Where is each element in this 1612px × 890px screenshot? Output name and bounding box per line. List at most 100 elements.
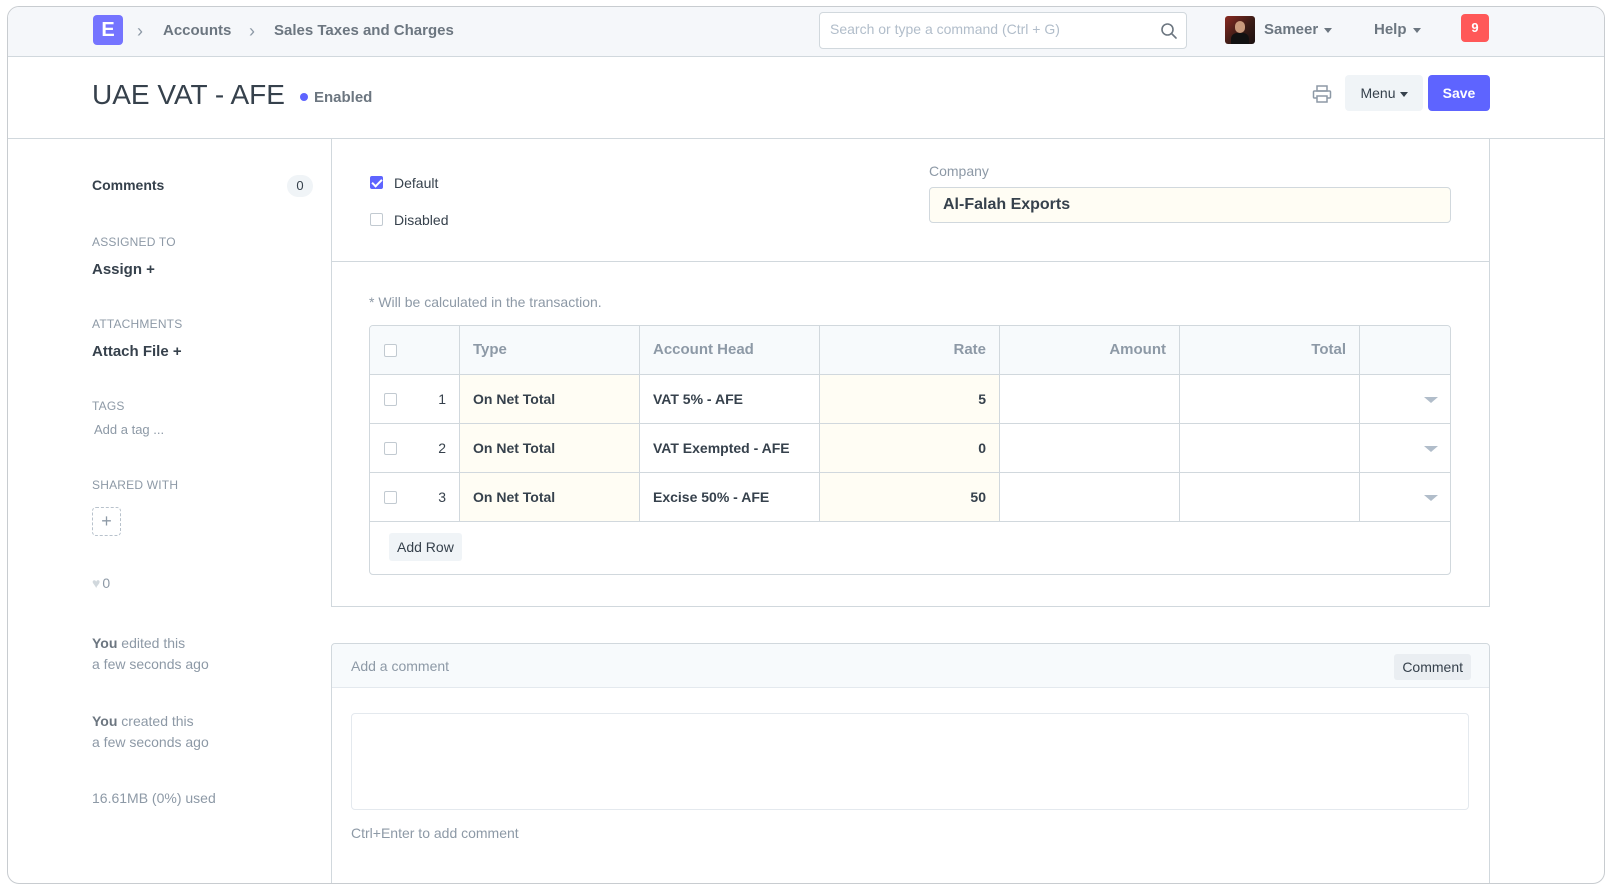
shared-with-label: SHARED WITH	[92, 478, 179, 492]
rate-cell[interactable]: 0	[820, 424, 1000, 472]
column-header-amount: Amount	[1000, 326, 1180, 374]
activity-time: a few seconds ago	[92, 656, 209, 672]
row-checkbox[interactable]	[384, 442, 397, 455]
select-all-cell	[370, 326, 460, 374]
app-window: E › Accounts › Sales Taxes and Charges S…	[7, 6, 1605, 884]
disabled-label[interactable]: Disabled	[394, 212, 448, 228]
rate-cell[interactable]: 5	[820, 375, 1000, 423]
row-actions-cell[interactable]	[1360, 424, 1450, 472]
amount-cell[interactable]	[1000, 424, 1180, 472]
status-indicator: Enabled	[300, 89, 372, 106]
activity-created: You created this a few seconds ago	[92, 711, 209, 753]
print-icon[interactable]	[1312, 85, 1332, 103]
column-header-account-head: Account Head	[640, 326, 820, 374]
caret-down-icon	[1412, 27, 1421, 33]
section-divider	[332, 261, 1489, 262]
help-menu[interactable]: Help	[1374, 21, 1421, 38]
like-button[interactable]: ♥ 0	[92, 575, 110, 591]
caret-down-icon	[1399, 91, 1408, 97]
total-cell[interactable]	[1180, 375, 1360, 423]
caret-down-icon[interactable]	[1424, 495, 1438, 501]
search-icon[interactable]	[1160, 22, 1178, 40]
table-row[interactable]: 1 On Net Total VAT 5% - AFE 5	[370, 375, 1450, 424]
save-button[interactable]: Save	[1428, 75, 1490, 111]
column-header-actions	[1360, 326, 1450, 374]
account-head-cell[interactable]: VAT 5% - AFE	[640, 375, 820, 423]
row-number: 3	[438, 489, 446, 505]
caret-down-icon[interactable]	[1424, 446, 1438, 452]
default-label[interactable]: Default	[394, 175, 438, 191]
amount-cell[interactable]	[1000, 473, 1180, 521]
activity-actor: You	[92, 713, 118, 729]
user-menu[interactable]: Sameer	[1264, 21, 1333, 38]
row-number: 1	[438, 391, 446, 407]
search-box[interactable]	[819, 12, 1187, 49]
attachments-label: ATTACHMENTS	[92, 317, 183, 331]
page-head: UAE VAT - AFE Enabled Menu Save	[8, 57, 1604, 139]
avatar-face	[1235, 21, 1245, 33]
status-label: Enabled	[314, 89, 373, 106]
row-actions-cell[interactable]	[1360, 473, 1450, 521]
select-all-checkbox[interactable]	[384, 344, 397, 357]
disabled-checkbox[interactable]	[370, 213, 383, 226]
caret-down-icon	[1324, 27, 1333, 33]
add-tag-input[interactable]: Add a tag ...	[94, 422, 164, 437]
form-body: Default Disabled Company Al-Falah Export…	[331, 139, 1490, 607]
total-cell[interactable]	[1180, 424, 1360, 472]
comment-input[interactable]	[351, 713, 1469, 810]
storage-usage: 16.61MB (0%) used	[92, 790, 216, 806]
menu-label: Menu	[1360, 85, 1396, 101]
taxes-table: Type Account Head Rate Amount Total 1 On…	[369, 325, 1451, 575]
breadcrumb-accounts[interactable]: Accounts	[163, 22, 231, 39]
row-checkbox[interactable]	[384, 393, 397, 406]
amount-cell[interactable]	[1000, 375, 1180, 423]
account-head-cell[interactable]: Excise 50% - AFE	[640, 473, 820, 521]
assigned-to-label: ASSIGNED TO	[92, 235, 176, 249]
row-number: 2	[438, 440, 446, 456]
user-avatar[interactable]	[1225, 16, 1255, 44]
type-cell[interactable]: On Net Total	[460, 473, 640, 521]
menu-button[interactable]: Menu	[1345, 75, 1423, 111]
table-row[interactable]: 3 On Net Total Excise 50% - AFE 50	[370, 473, 1450, 522]
comments-link[interactable]: Comments	[92, 177, 164, 193]
search-input[interactable]	[830, 21, 1150, 37]
total-cell[interactable]	[1180, 473, 1360, 521]
activity-time: a few seconds ago	[92, 734, 209, 750]
attach-file-button[interactable]: Attach File +	[92, 343, 182, 360]
breadcrumb-sales-taxes[interactable]: Sales Taxes and Charges	[274, 22, 454, 39]
heart-icon: ♥	[92, 575, 101, 591]
add-row-button[interactable]: Add Row	[389, 533, 462, 561]
assign-button[interactable]: Assign +	[92, 261, 155, 278]
notifications-badge[interactable]: 9	[1461, 14, 1489, 42]
table-header: Type Account Head Rate Amount Total	[370, 326, 1450, 375]
table-row[interactable]: 2 On Net Total VAT Exempted - AFE 0	[370, 424, 1450, 473]
add-share-button[interactable]: +	[92, 507, 121, 536]
tags-label: TAGS	[92, 399, 125, 413]
app-logo[interactable]: E	[93, 15, 123, 45]
like-count: 0	[102, 575, 111, 591]
company-field[interactable]: Al-Falah Exports	[929, 187, 1451, 223]
row-actions-cell[interactable]	[1360, 375, 1450, 423]
caret-down-icon[interactable]	[1424, 397, 1438, 403]
type-cell[interactable]: On Net Total	[460, 424, 640, 472]
chevron-right-icon: ›	[137, 21, 143, 41]
status-dot-icon	[300, 93, 308, 102]
comments-count-badge: 0	[287, 175, 313, 197]
rate-cell[interactable]: 50	[820, 473, 1000, 521]
page-title: UAE VAT - AFE	[92, 79, 285, 110]
account-head-cell[interactable]: VAT Exempted - AFE	[640, 424, 820, 472]
column-header-total: Total	[1180, 326, 1360, 374]
type-cell[interactable]: On Net Total	[460, 375, 640, 423]
default-checkbox[interactable]	[370, 176, 383, 189]
comment-header: Add a comment Comment	[332, 644, 1489, 688]
add-comment-label: Add a comment	[351, 658, 450, 674]
row-checkbox[interactable]	[384, 491, 397, 504]
chevron-right-icon: ›	[249, 21, 255, 41]
comment-hint: Ctrl+Enter to add comment	[351, 825, 519, 841]
activity-action: edited this	[117, 635, 186, 651]
activity-edited: You edited this a few seconds ago	[92, 633, 209, 675]
company-label: Company	[929, 163, 989, 179]
activity-action: created this	[117, 713, 194, 729]
comment-button[interactable]: Comment	[1394, 654, 1471, 680]
row-select-cell: 3	[370, 473, 460, 521]
